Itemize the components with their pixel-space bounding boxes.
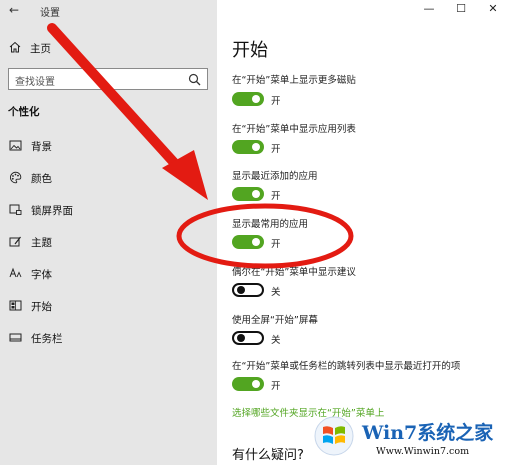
toggle-state-app-list: 开	[271, 144, 281, 155]
toggle-state-most-used: 开	[271, 239, 281, 250]
theme-icon	[9, 236, 21, 247]
toggle-knob	[252, 95, 260, 103]
search-icon[interactable]	[188, 73, 201, 86]
font-icon	[9, 267, 22, 278]
help-heading: 有什么疑问?	[232, 448, 304, 463]
window-title: 设置	[40, 8, 60, 19]
sidebar-item-lock-screen[interactable]: 锁屏界面	[0, 199, 217, 221]
search-placeholder: 查找设置	[15, 77, 55, 88]
sidebar-item-taskbar[interactable]: 任务栏	[0, 327, 217, 349]
taskbar-icon	[9, 333, 22, 342]
toggle-suggestions[interactable]	[232, 283, 264, 297]
setting-label-fullscreen: 使用全屏“开始”屏幕	[232, 315, 318, 326]
maximize-button[interactable]: ☐	[448, 1, 474, 17]
watermark-url: Www.Winwin7.com	[376, 446, 470, 457]
watermark: Win7系统之家 Www.Winwin7.com	[310, 412, 512, 465]
toggle-app-list[interactable]	[232, 140, 264, 154]
palette-icon	[10, 171, 22, 184]
toggle-knob	[237, 334, 245, 342]
home-icon	[9, 41, 21, 53]
lock-screen-icon	[9, 204, 22, 215]
setting-label-suggestions: 偶尔在“开始”菜单中显示建议	[232, 267, 356, 278]
sidebar-item-fonts[interactable]: 字体	[0, 263, 217, 285]
toggle-knob	[252, 238, 260, 246]
start-icon	[9, 300, 22, 311]
toggle-knob	[237, 286, 245, 294]
sidebar-item-start[interactable]: 开始	[0, 295, 217, 317]
sidebar-item-label: 背景	[31, 141, 52, 153]
toggle-state-suggestions: 关	[271, 287, 281, 298]
sidebar-item-themes[interactable]: 主题	[0, 231, 217, 253]
toggle-most-used[interactable]	[232, 235, 264, 249]
toggle-state-fullscreen: 关	[271, 335, 281, 346]
toggle-knob	[252, 380, 260, 388]
window-controls: — ☐ ✕	[412, 0, 512, 20]
sidebar-item-colors[interactable]: 颜色	[0, 167, 217, 189]
setting-label-recent-apps: 显示最近添加的应用	[232, 171, 318, 182]
close-button[interactable]: ✕	[480, 1, 506, 17]
sidebar-item-label: 主题	[31, 237, 52, 249]
section-title: 个性化	[8, 106, 40, 118]
toggle-state-more-tiles: 开	[271, 96, 281, 107]
sidebar-item-background[interactable]: 背景	[0, 135, 217, 157]
setting-label-more-tiles: 在“开始”菜单上显示更多磁贴	[232, 75, 356, 86]
sidebar-item-label: 任务栏	[31, 333, 63, 345]
setting-label-app-list: 在“开始”菜单中显示应用列表	[232, 124, 356, 135]
setting-label-most-used: 显示最常用的应用	[232, 219, 309, 230]
home-nav-item[interactable]: 主页	[0, 38, 217, 58]
toggle-fullscreen[interactable]	[232, 331, 264, 345]
setting-label-jump-list: 在“开始”菜单或任务栏的跳转列表中显示最近打开的项	[232, 361, 461, 372]
search-input[interactable]: 查找设置	[8, 68, 208, 90]
home-label: 主页	[30, 43, 51, 55]
back-button[interactable]: ←	[6, 2, 22, 18]
main-panel: — ☐ ✕ 开始 在“开始”菜单上显示更多磁贴 开 在“开始”菜单中显示应用列表…	[217, 0, 512, 465]
toggle-jump-list[interactable]	[232, 377, 264, 391]
sidebar: ← 设置 主页 查找设置 个性化 背景 颜色 锁屏界面 主题 字体 开始 任务栏	[0, 0, 217, 465]
sidebar-item-label: 开始	[31, 301, 52, 313]
page-title: 开始	[232, 40, 268, 61]
minimize-button[interactable]: —	[416, 1, 442, 17]
toggle-knob	[252, 190, 260, 198]
toggle-state-jump-list: 开	[271, 381, 281, 392]
toggle-knob	[252, 143, 260, 151]
toggle-state-recent-apps: 开	[271, 191, 281, 202]
sidebar-item-label: 字体	[31, 269, 52, 281]
toggle-recent-apps[interactable]	[232, 187, 264, 201]
toggle-more-tiles[interactable]	[232, 92, 264, 106]
windows-flag-logo-icon	[314, 416, 354, 456]
watermark-brand: Win7系统之家	[362, 422, 494, 444]
title-bar: ← 设置	[0, 0, 217, 20]
image-icon	[9, 140, 22, 151]
sidebar-item-label: 锁屏界面	[31, 205, 73, 217]
sidebar-item-label: 颜色	[31, 173, 52, 185]
